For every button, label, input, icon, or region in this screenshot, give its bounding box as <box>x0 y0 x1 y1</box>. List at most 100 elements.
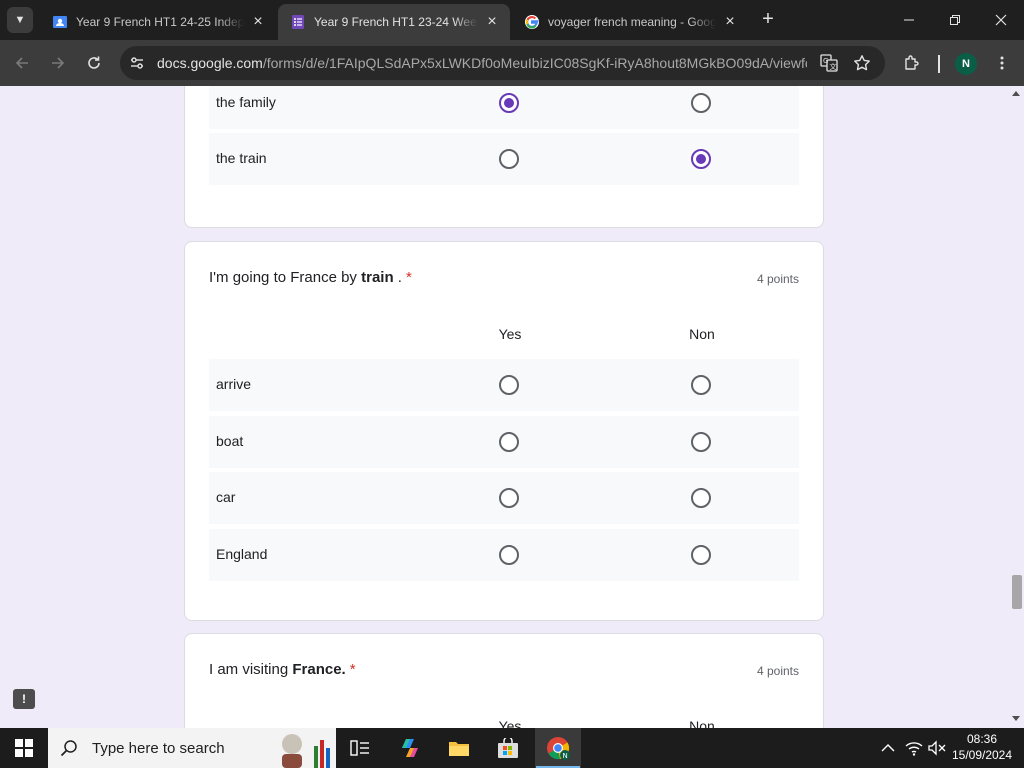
restore-button[interactable] <box>932 0 978 40</box>
scroll-down-arrow-icon[interactable] <box>1012 716 1020 721</box>
windows-taskbar: Type here to search N 08:36 15/09/2024 <box>0 728 1024 768</box>
tab-title: Year 9 French HT1 23-24 Week 1 <box>314 15 478 29</box>
radio-non[interactable] <box>691 375 711 395</box>
new-tab-button[interactable]: + <box>756 8 780 32</box>
radio-non[interactable] <box>691 93 711 113</box>
grid-row: the train <box>209 133 799 185</box>
file-explorer-button[interactable] <box>436 728 482 768</box>
google-forms-icon <box>292 15 304 29</box>
url-path: /forms/d/e/1FAIpQLSdAPx5xLWKDf0oMeuIbizI… <box>262 55 807 71</box>
url-host: docs.google.com <box>157 55 263 71</box>
menu-button[interactable] <box>986 47 1018 79</box>
bookmark-button[interactable] <box>849 50 875 76</box>
row-label: the family <box>216 94 276 110</box>
column-header-non: Non <box>689 718 715 728</box>
tab-search-button[interactable]: ▼ <box>7 7 33 33</box>
tune-icon <box>131 57 143 69</box>
points-label: 4 points <box>756 272 799 286</box>
tab-forms[interactable]: Year 9 French HT1 23-24 Week 1 × <box>278 4 510 40</box>
row-label: the train <box>216 150 267 166</box>
scroll-up-arrow-icon[interactable] <box>1012 91 1020 96</box>
chevron-down-icon: ▼ <box>14 14 26 26</box>
taskbar-search-box[interactable]: Type here to search <box>48 728 336 768</box>
profile-avatar[interactable]: N <box>955 53 977 75</box>
volume-button[interactable] <box>926 728 948 768</box>
search-icon <box>60 740 77 757</box>
task-view-button[interactable] <box>337 728 383 768</box>
tab-classroom[interactable]: Year 9 French HT1 24-25 Independent × <box>40 4 276 40</box>
translate-button[interactable]: 文G <box>816 50 842 76</box>
forward-button[interactable] <box>42 47 74 79</box>
radio-yes[interactable] <box>499 149 519 169</box>
more-vert-icon <box>1000 56 1004 70</box>
question-title: I am visiting France. * <box>209 661 356 678</box>
reload-icon <box>88 56 100 69</box>
extensions-button[interactable] <box>896 47 928 79</box>
close-tab-icon[interactable]: × <box>248 12 268 32</box>
grid-row: boat <box>209 416 799 468</box>
arrow-right-icon <box>52 57 65 69</box>
start-button[interactable] <box>0 728 48 768</box>
title-text: I'm going to France by <box>209 269 362 286</box>
radio-yes-selected[interactable] <box>499 93 519 113</box>
tab-title: voyager french meaning - Google Search <box>548 15 716 29</box>
clock-date: 15/09/2024 <box>951 748 1013 762</box>
grid-row: England <box>209 529 799 581</box>
title-bold-text: France. <box>292 661 346 678</box>
radio-non[interactable] <box>691 488 711 508</box>
question-card-train: I'm going to France by train . * 4 points… <box>184 241 824 621</box>
translate-icon: 文G <box>820 54 838 72</box>
close-tab-icon[interactable]: × <box>482 12 502 32</box>
title-text: I am visiting <box>209 661 293 678</box>
copilot-button[interactable] <box>387 728 433 768</box>
row-label: car <box>216 489 236 505</box>
radio-non[interactable] <box>691 432 711 452</box>
plus-icon: + <box>762 8 774 30</box>
chrome-icon: N <box>547 737 570 760</box>
star-icon <box>854 55 870 71</box>
feedback-button[interactable]: ! <box>13 689 35 709</box>
radio-yes[interactable] <box>499 488 519 508</box>
reload-button[interactable] <box>78 47 110 79</box>
site-info-button[interactable] <box>124 50 150 76</box>
radio-non[interactable] <box>691 545 711 565</box>
tab-strip: ▼ Year 9 French HT1 24-25 Independent × … <box>0 0 1024 40</box>
scrollbar-thumb[interactable] <box>1012 575 1022 609</box>
minimize-button[interactable] <box>886 0 932 40</box>
address-bar[interactable]: docs.google.com/forms/d/e/1FAIpQLSdAPx5x… <box>120 46 885 80</box>
points-label: 4 points <box>756 664 799 678</box>
url-text: docs.google.com/forms/d/e/1FAIpQLSdAPx5x… <box>157 55 807 71</box>
chrome-taskbar-button[interactable]: N <box>535 728 581 768</box>
page-viewport: the family the train I'm going to France… <box>0 86 1024 728</box>
radio-non-selected[interactable] <box>691 149 711 169</box>
grid-row: the family <box>209 86 799 129</box>
column-header-yes: Yes <box>498 326 522 342</box>
row-label: boat <box>216 433 244 449</box>
file-explorer-icon <box>449 742 469 756</box>
back-button[interactable] <box>6 47 38 79</box>
restore-icon <box>950 15 960 25</box>
question-title: I'm going to France by train . * <box>209 269 412 286</box>
row-label: arrive <box>216 376 252 392</box>
clock-time: 08:36 <box>966 732 998 746</box>
radio-yes[interactable] <box>499 432 519 452</box>
question-card-previous: the family the train <box>184 86 824 228</box>
radio-yes[interactable] <box>499 545 519 565</box>
network-button[interactable] <box>902 728 926 768</box>
tab-google-search[interactable]: voyager french meaning - Google Search × <box>512 4 748 40</box>
taskbar-clock[interactable]: 08:36 15/09/2024 <box>950 731 1014 763</box>
page-scrollbar[interactable] <box>1009 86 1024 728</box>
show-hidden-icons-button[interactable] <box>876 728 900 768</box>
close-tab-icon[interactable]: × <box>720 12 740 32</box>
title-suffix-text: . <box>393 269 402 286</box>
microsoft-store-button[interactable] <box>485 728 531 768</box>
radio-yes[interactable] <box>499 375 519 395</box>
chevron-up-icon <box>881 744 895 752</box>
microsoft-store-icon <box>498 738 518 758</box>
required-asterisk: * <box>405 269 412 286</box>
column-header-yes: Yes <box>498 718 522 728</box>
google-icon <box>525 15 539 29</box>
close-window-button[interactable] <box>978 0 1024 40</box>
question-card-france: I am visiting France. * 4 points Yes Non <box>184 633 824 728</box>
browser-toolbar: docs.google.com/forms/d/e/1FAIpQLSdAPx5x… <box>0 40 1024 86</box>
